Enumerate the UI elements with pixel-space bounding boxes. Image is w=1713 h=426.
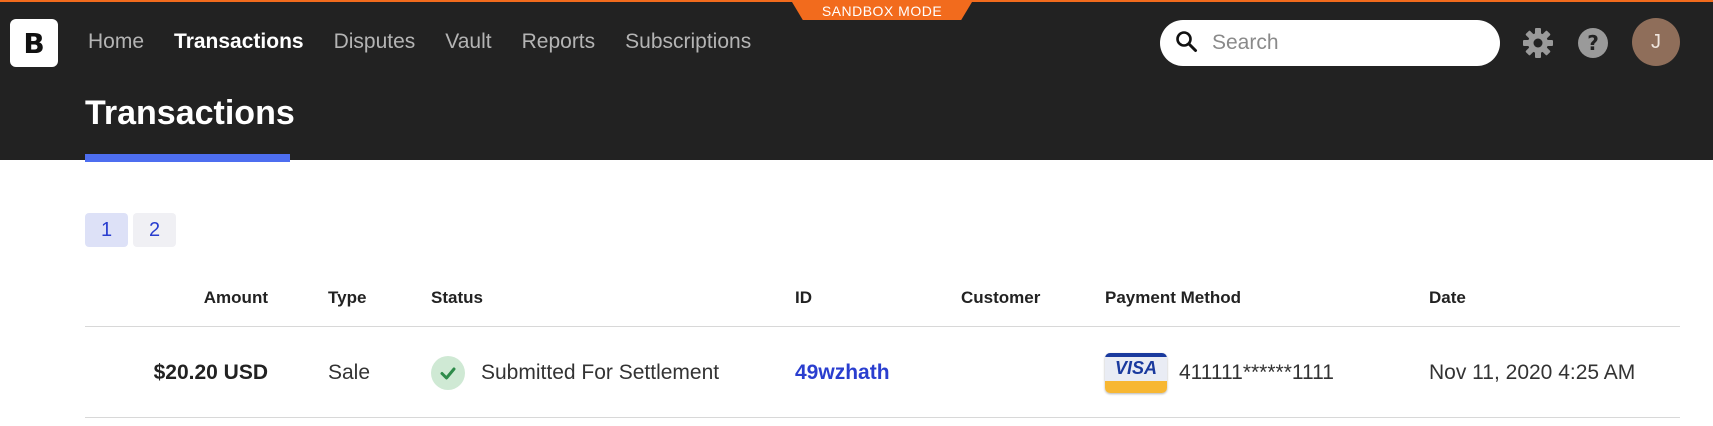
- nav-item-subscriptions[interactable]: Subscriptions: [625, 30, 751, 54]
- braintree-logo[interactable]: B: [10, 19, 58, 67]
- main-nav: Home Transactions Disputes Vault Reports…: [88, 30, 751, 54]
- table-header: Amount Type Status ID Customer Payment M…: [85, 270, 1680, 327]
- sandbox-mode-badge: SANDBOX MODE: [792, 2, 972, 20]
- transaction-amount: $20.20 USD: [153, 360, 268, 384]
- settings-gear-icon[interactable]: [1521, 26, 1555, 60]
- transaction-date: Nov 11, 2020 4:25 AM: [1429, 360, 1636, 384]
- status-label: Submitted For Settlement: [481, 360, 720, 384]
- table-row[interactable]: $20.20 USD Sale Submitted For Settlement…: [85, 327, 1680, 418]
- search-icon: [1174, 29, 1198, 58]
- transactions-table: Amount Type Status ID Customer Payment M…: [85, 270, 1680, 418]
- transaction-status: Submitted For Settlement: [431, 327, 719, 418]
- transaction-payment-method: VISA 411111******1111: [1105, 327, 1334, 418]
- column-header-id[interactable]: ID: [795, 288, 812, 308]
- top-header: SANDBOX MODE B Home Transactions Dispute…: [0, 0, 1713, 162]
- user-avatar[interactable]: J: [1632, 18, 1680, 66]
- transaction-type: Sale: [328, 360, 371, 384]
- card-number: 411111******1111: [1179, 360, 1334, 384]
- page-title: Transactions: [85, 94, 295, 132]
- search-input[interactable]: [1212, 31, 1472, 55]
- column-header-payment-method[interactable]: Payment Method: [1105, 288, 1241, 308]
- search-bar[interactable]: [1160, 20, 1500, 66]
- nav-item-reports[interactable]: Reports: [522, 30, 596, 54]
- help-icon[interactable]: ?: [1576, 26, 1610, 60]
- transaction-id-link[interactable]: 49wzhath: [795, 361, 890, 385]
- nav-item-transactions[interactable]: Transactions: [174, 30, 304, 54]
- column-header-amount[interactable]: Amount: [85, 288, 268, 308]
- pagination: 1 2: [85, 213, 176, 247]
- title-underline: [85, 154, 290, 162]
- check-circle-icon: [431, 355, 465, 390]
- nav-item-home[interactable]: Home: [88, 30, 144, 54]
- nav-item-vault[interactable]: Vault: [445, 30, 491, 54]
- page-button-1[interactable]: 1: [85, 213, 128, 247]
- column-header-status[interactable]: Status: [431, 288, 483, 308]
- page-button-2[interactable]: 2: [133, 213, 176, 247]
- column-header-type[interactable]: Type: [328, 288, 366, 308]
- visa-card-icon: VISA: [1105, 352, 1167, 393]
- column-header-date[interactable]: Date: [1429, 288, 1466, 308]
- nav-item-disputes[interactable]: Disputes: [334, 30, 416, 54]
- transaction-id-cell: 49wzhath: [795, 327, 890, 418]
- column-header-customer[interactable]: Customer: [961, 288, 1040, 308]
